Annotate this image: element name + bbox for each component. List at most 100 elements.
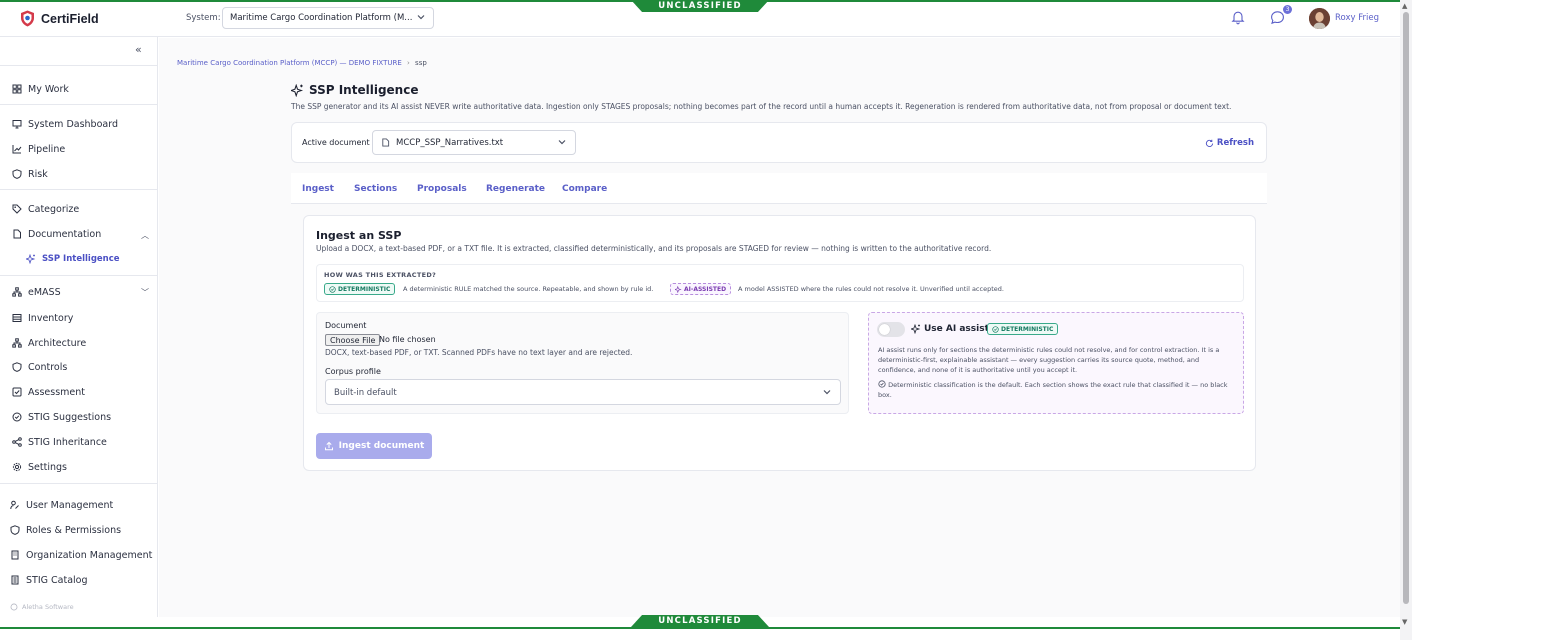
page-title-text: SSP Intelligence — [309, 83, 419, 97]
sidebar-item-label: STIG Inheritance — [28, 436, 107, 448]
check-circle-icon — [329, 285, 336, 293]
user-pen-icon — [10, 500, 19, 510]
sidebar-item-controls[interactable]: Controls — [12, 360, 67, 374]
sidebar-item-documentation[interactable]: Documentation — [12, 227, 101, 241]
classification-line-bottom — [0, 627, 1400, 629]
sidebar-item-organization-management[interactable]: Organization Management — [10, 548, 152, 562]
sidebar-item-stig-catalog[interactable]: STIG Catalog — [10, 573, 88, 587]
refresh-button[interactable]: Refresh — [1205, 138, 1254, 148]
ai-assist-label-text: Use AI assist — [924, 324, 989, 334]
network-icon — [12, 338, 22, 348]
sidebar-item-label: STIG Suggestions — [28, 411, 112, 423]
sidebar-item-settings[interactable]: Settings — [12, 460, 67, 474]
chevron-up-icon[interactable]: ︿ — [141, 230, 149, 241]
sparkle-icon — [291, 83, 304, 97]
ingest-card: Ingest an SSP Upload a DOCX, a text-base… — [303, 215, 1256, 471]
tag-icon — [12, 204, 22, 214]
sidebar-divider — [0, 189, 158, 190]
ai-assist-panel: Use AI assist DETERMINISTIC AI assist ru… — [868, 312, 1244, 414]
collapse-sidebar-icon[interactable]: « — [135, 43, 142, 56]
sidebar-item-emass[interactable]: eMASS — [12, 285, 61, 299]
tab-proposals[interactable]: Proposals — [417, 184, 467, 194]
tab-ingest[interactable]: Ingest — [302, 184, 334, 194]
corpus-profile-select[interactable]: Built-in default — [325, 379, 841, 405]
choose-file-button[interactable]: Choose File — [325, 334, 381, 346]
sidebar-item-label: Organization Management — [26, 549, 153, 561]
deterministic-badge-text: DETERMINISTIC — [1001, 325, 1054, 333]
sidebar-item-user-management[interactable]: User Management — [10, 498, 113, 512]
deterministic-badge: DETERMINISTIC — [987, 323, 1059, 335]
check-circle-icon — [878, 380, 886, 388]
deterministic-badge: DETERMINISTIC — [324, 283, 396, 295]
chevron-down-icon[interactable]: ﹀ — [141, 287, 149, 298]
sidebar-item-stig-inheritance[interactable]: STIG Inheritance — [12, 435, 107, 449]
chevron-down-icon — [417, 15, 425, 20]
system-label: System: — [186, 13, 221, 23]
ai-assisted-explanation: A model ASSISTED where the rules could n… — [738, 285, 1004, 293]
file-icon — [382, 138, 390, 147]
sidebar-item-pipeline[interactable]: Pipeline — [12, 142, 65, 156]
list-icon — [12, 314, 22, 322]
sidebar-divider — [0, 275, 158, 276]
ingest-document-label: Ingest document — [338, 441, 425, 451]
avatar[interactable] — [1309, 8, 1330, 29]
sidebar-item-architecture[interactable]: Architecture — [12, 336, 86, 350]
grid-icon — [12, 84, 22, 94]
sidebar-item-system-dashboard[interactable]: System Dashboard — [12, 117, 118, 131]
sidebar-item-assessment[interactable]: Assessment — [12, 385, 85, 399]
sidebar-item-label: Pipeline — [28, 143, 66, 155]
footer-brand: Aletha Software — [10, 603, 74, 611]
extraction-legend: HOW WAS THIS EXTRACTED? DETERMINISTIC A … — [316, 264, 1244, 302]
bell-icon[interactable] — [1231, 10, 1245, 25]
sidebar-item-label: Roles & Permissions — [26, 524, 122, 536]
ai-assist-toggle[interactable] — [877, 322, 905, 337]
page-description: The SSP generator and its AI assist NEVE… — [291, 102, 1232, 111]
sidebar-item-label: Inventory — [28, 312, 74, 324]
tab-compare[interactable]: Compare — [562, 184, 607, 194]
footer-brand-text: Aletha Software — [22, 603, 74, 611]
deterministic-explanation: A deterministic RULE matched the source.… — [403, 285, 654, 293]
scroll-down-arrow[interactable]: ▼ — [1402, 618, 1407, 626]
notification-badge: 3 — [1283, 5, 1292, 14]
scroll-up-arrow[interactable]: ▲ — [1402, 2, 1407, 10]
sidebar-divider — [0, 65, 158, 66]
tab-regenerate[interactable]: Regenerate — [486, 184, 545, 194]
active-document-select[interactable]: MCCP_SSP_Narratives.txt — [372, 130, 576, 155]
main-content: Maritime Cargo Coordination Platform (MC… — [159, 38, 1400, 617]
chat-icon[interactable] — [1270, 10, 1285, 25]
file-hint: DOCX, text-based PDF, or TXT. Scanned PD… — [325, 348, 633, 357]
chevron-down-icon — [823, 390, 831, 395]
classification-banner-bottom: UNCLASSIFIED — [631, 615, 769, 627]
sidebar-divider — [0, 104, 158, 105]
avatar-image — [1309, 8, 1330, 29]
active-document-bar: Active document MCCP_SSP_Narratives.txt … — [291, 122, 1267, 163]
active-document-label: Active document — [302, 138, 370, 147]
sidebar-item-risk[interactable]: Risk — [12, 167, 48, 181]
sidebar-item-stig-suggestions[interactable]: STIG Suggestions — [12, 410, 111, 424]
system-select[interactable]: Maritime Cargo Coordination Platform (M.… — [222, 7, 434, 29]
sidebar-item-label: Controls — [28, 361, 68, 373]
sidebar-item-label: Categorize — [28, 203, 80, 215]
sidebar-item-roles-permissions[interactable]: Roles & Permissions — [10, 523, 121, 537]
user-name[interactable]: Roxy Frieg — [1335, 13, 1379, 23]
empty-area — [1412, 0, 1568, 640]
trend-icon — [12, 145, 22, 154]
upload-panel: Document Choose File No file chosen DOCX… — [316, 312, 849, 414]
ingest-document-button[interactable]: Ingest document — [316, 433, 432, 459]
sidebar-item-inventory[interactable]: Inventory — [12, 311, 73, 325]
sidebar-item-my-work[interactable]: My Work — [12, 82, 69, 96]
sidebar-item-ssp-intelligence[interactable]: SSP Intelligence — [26, 252, 120, 266]
page-title: SSP Intelligence — [291, 83, 418, 97]
tab-sections[interactable]: Sections — [354, 184, 397, 194]
sidebar-item-categorize[interactable]: Categorize — [12, 202, 79, 216]
ingest-title: Ingest an SSP — [316, 229, 402, 242]
sidebar-item-label: Risk — [28, 168, 48, 180]
file-status: No file chosen — [379, 335, 436, 344]
refresh-icon — [1205, 139, 1214, 147]
app-logo[interactable]: CertiField — [20, 10, 99, 27]
check-circle-icon — [992, 325, 999, 333]
sidebar: « My Work System Dashboard Pipeline Risk… — [0, 37, 158, 617]
scrollbar-thumb[interactable] — [1403, 12, 1409, 604]
breadcrumb-root[interactable]: Maritime Cargo Coordination Platform (MC… — [177, 59, 402, 67]
building-icon — [11, 550, 19, 560]
